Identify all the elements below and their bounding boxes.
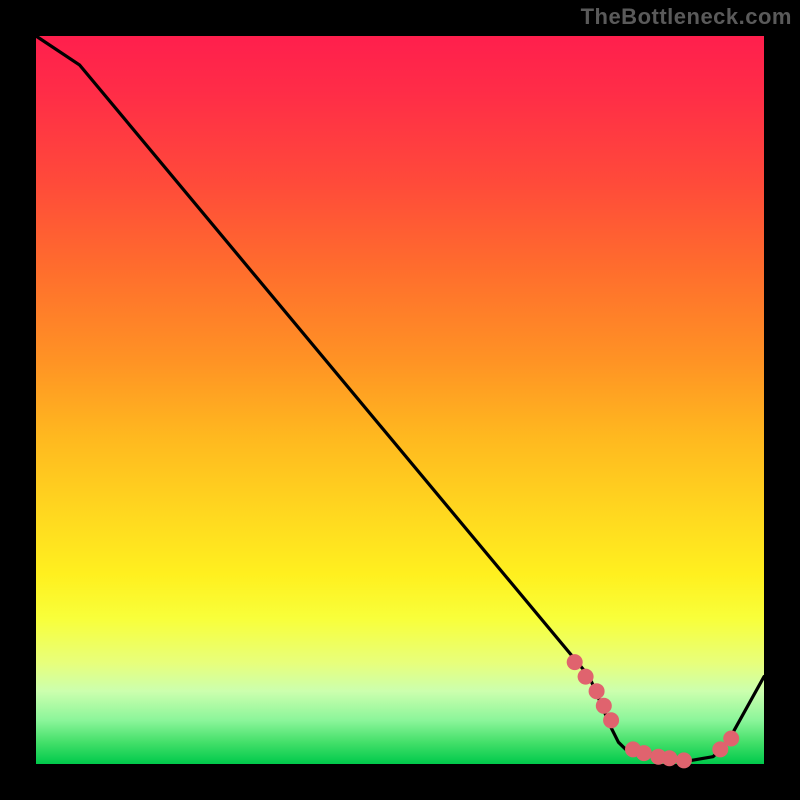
plot-area	[36, 36, 764, 764]
chart-svg	[36, 36, 764, 764]
watermark-text: TheBottleneck.com	[581, 4, 792, 30]
curve-marker	[636, 745, 652, 761]
curve-marker	[676, 752, 692, 768]
curve-marker	[589, 683, 605, 699]
curve-marker	[723, 731, 739, 747]
curve-line	[36, 36, 764, 760]
curve-markers	[567, 654, 740, 768]
chart-frame: TheBottleneck.com	[0, 0, 800, 800]
curve-marker	[661, 750, 677, 766]
curve-marker	[603, 712, 619, 728]
curve-marker	[578, 669, 594, 685]
curve-marker	[596, 698, 612, 714]
curve-marker	[567, 654, 583, 670]
